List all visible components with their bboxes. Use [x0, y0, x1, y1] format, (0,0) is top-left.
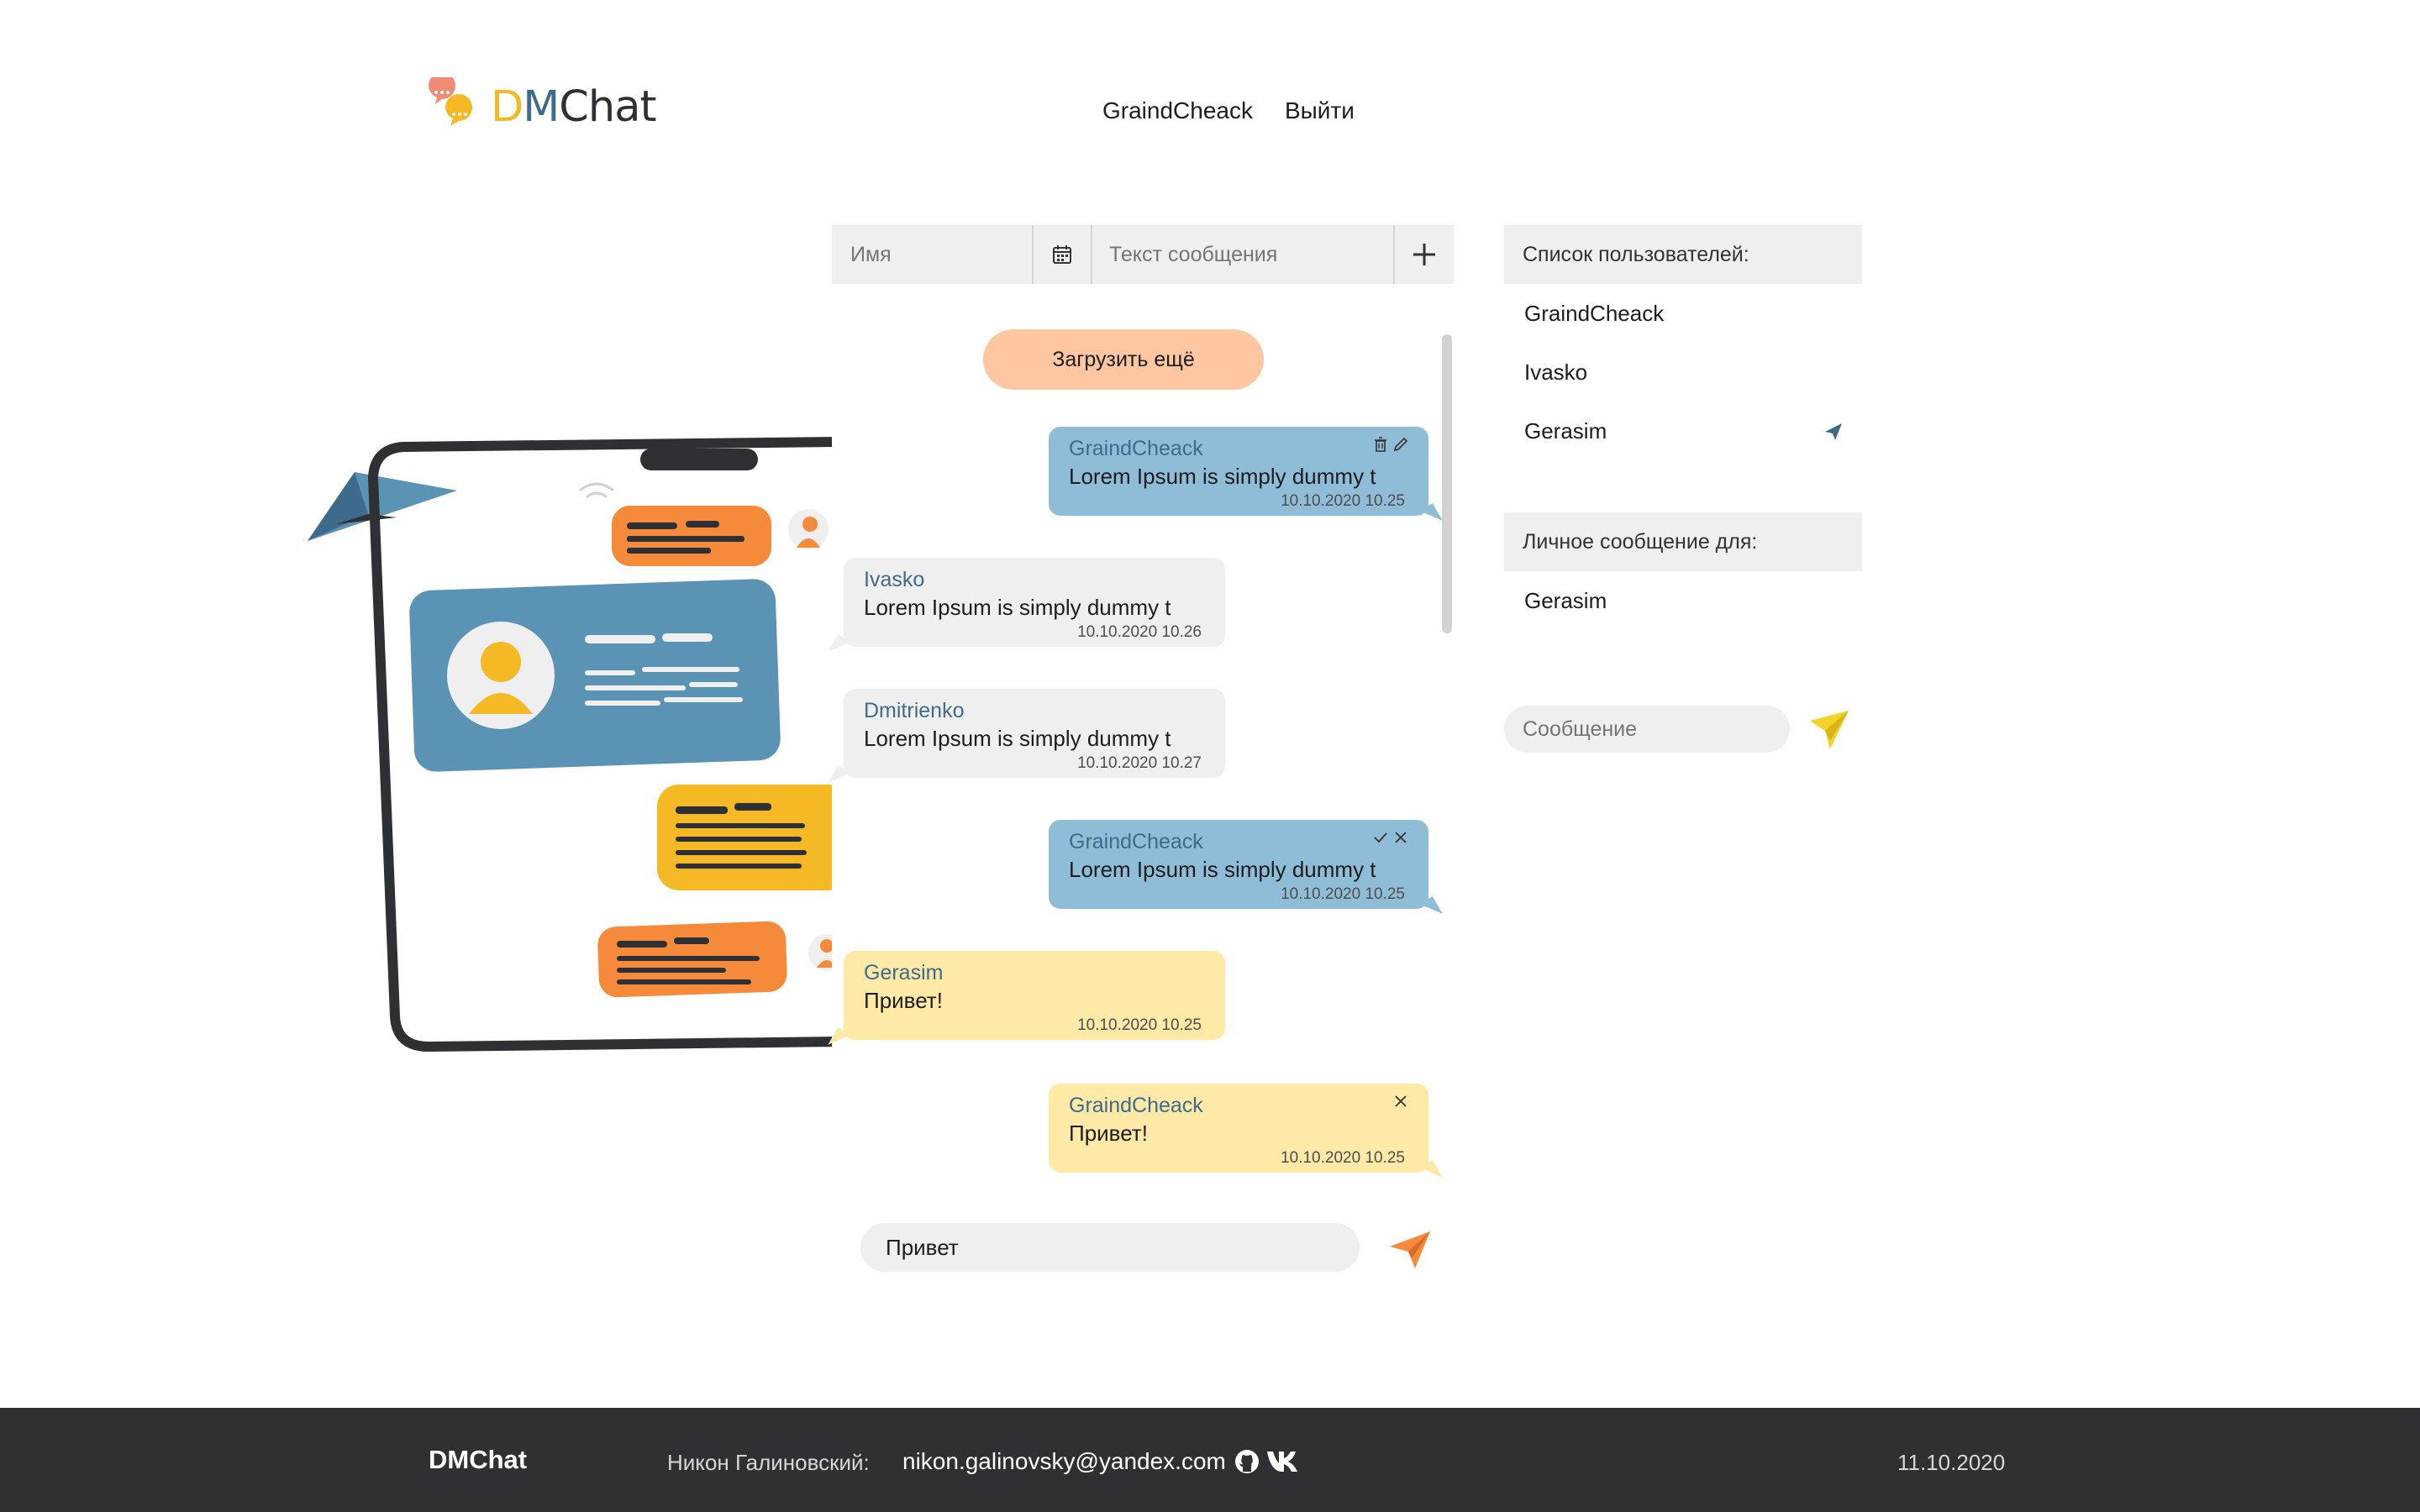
- load-more-button[interactable]: Загрузить ещё: [983, 329, 1264, 390]
- message-time: 10.10.2020 10.25: [1281, 1149, 1405, 1167]
- edit-icon[interactable]: [1393, 437, 1408, 452]
- message-actions: [1393, 1094, 1408, 1109]
- logo[interactable]: DMChat: [425, 72, 656, 136]
- logo-text: DMChat: [491, 81, 656, 132]
- footer: DMChat Никон Галиновский: nikon.galinovs…: [0, 1408, 2420, 1512]
- message-item[interactable]: GraindCheack Lorem Ipsum is simply dummy…: [1049, 427, 1443, 528]
- message-time: 10.10.2020 10.25: [1281, 885, 1405, 903]
- message-item[interactable]: Gerasim Привет! 10.10.2020 10.25: [828, 951, 1225, 1053]
- message-author: Dmitrienko: [864, 699, 965, 722]
- message-filter-bar: [832, 225, 1454, 284]
- send-icon[interactable]: [1386, 1225, 1434, 1272]
- calendar-icon[interactable]: [1034, 225, 1092, 284]
- private-message-recipient: Gerasim: [1524, 588, 1607, 613]
- message-text: Привет!: [864, 988, 943, 1013]
- phone-chat-illustration: [302, 437, 850, 1058]
- close-icon[interactable]: [1393, 1094, 1408, 1109]
- vk-icon[interactable]: [1265, 1446, 1301, 1475]
- footer-date: 11.10.2020: [1897, 1450, 2006, 1475]
- message-text: Lorem Ipsum is simply dummy t: [1069, 464, 1376, 489]
- message-item[interactable]: GraindCheack Привет! 10.10.2020 10.25: [1049, 1084, 1443, 1185]
- user-list-item[interactable]: Ivasko: [1524, 360, 1587, 386]
- message-author: Ivasko: [864, 568, 925, 591]
- message-time: 10.10.2020 10.25: [1281, 492, 1405, 510]
- chat-bubbles-icon: [425, 72, 484, 136]
- footer-email-link[interactable]: nikon.galinovsky@yandex.com: [902, 1448, 1226, 1475]
- footer-author: Никон Галиновский:: [667, 1450, 870, 1475]
- message-author: Gerasim: [864, 961, 944, 984]
- user-list-item[interactable]: Gerasim: [1524, 418, 1607, 444]
- message-item[interactable]: GraindCheack Lorem Ipsum is simply dummy…: [1049, 820, 1443, 921]
- message-text: Lorem Ipsum is simply dummy t: [1069, 857, 1376, 882]
- plus-icon[interactable]: [1395, 225, 1454, 284]
- message-actions: [1373, 437, 1408, 452]
- bubble-tail: [1419, 896, 1443, 921]
- bubble-tail: [1419, 1160, 1443, 1185]
- private-message-title: Личное сообщение для:: [1504, 512, 1862, 571]
- user-list-item[interactable]: GraindCheack: [1524, 301, 1664, 327]
- message-text: Lorem Ipsum is simply dummy t: [864, 726, 1171, 751]
- bubble-tail: [1419, 503, 1443, 528]
- users-list-title: Список пользователей:: [1504, 225, 1862, 284]
- chat-scrollbar[interactable]: [1442, 334, 1452, 633]
- message-time: 10.10.2020 10.27: [1077, 754, 1202, 772]
- close-icon[interactable]: [1393, 830, 1408, 845]
- message-actions: [1373, 830, 1408, 845]
- message-author: GraindCheack: [1069, 830, 1203, 853]
- delete-icon[interactable]: [1373, 437, 1388, 452]
- github-icon[interactable]: [1234, 1448, 1260, 1475]
- message-author: GraindCheack: [1069, 1094, 1203, 1117]
- private-message-input[interactable]: [1504, 706, 1790, 753]
- message-text: Lorem Ipsum is simply dummy t: [864, 595, 1171, 620]
- filter-text-input[interactable]: [1092, 225, 1395, 284]
- message-text: Привет!: [1069, 1121, 1148, 1146]
- filter-name-input[interactable]: [832, 225, 1034, 284]
- message-item[interactable]: Ivasko Lorem Ipsum is simply dummy t 10.…: [828, 558, 1225, 659]
- logout-link[interactable]: Выйти: [1285, 97, 1355, 124]
- current-username: GraindCheack: [1102, 97, 1253, 123]
- message-time: 10.10.2020 10.25: [1077, 1016, 1202, 1034]
- message-item[interactable]: Dmitrienko Lorem Ipsum is simply dummy t…: [828, 689, 1225, 790]
- check-icon[interactable]: [1373, 830, 1388, 845]
- send-icon[interactable]: [1807, 707, 1852, 753]
- footer-brand[interactable]: DMChat: [429, 1445, 527, 1475]
- header-nav: GraindCheack Выйти: [1102, 97, 1355, 124]
- direct-message-icon[interactable]: [1823, 422, 1844, 442]
- message-composer-input[interactable]: [860, 1223, 1360, 1272]
- paper-plane-illustration: [308, 472, 457, 541]
- message-author: GraindCheack: [1069, 437, 1203, 460]
- message-time: 10.10.2020 10.26: [1077, 623, 1202, 641]
